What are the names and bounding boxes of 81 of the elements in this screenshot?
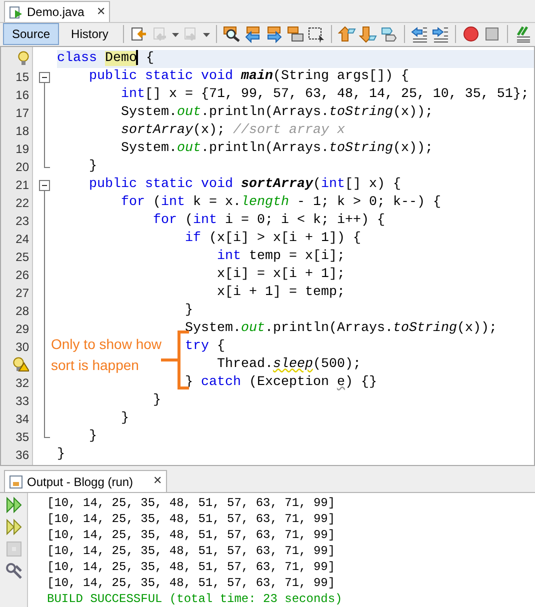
last-edit-icon[interactable]: [130, 25, 148, 44]
output-line: [10, 14, 25, 35, 48, 51, 57, 63, 71, 99]: [47, 543, 336, 559]
record-icon[interactable]: [462, 25, 480, 44]
line-number: 34: [16, 410, 29, 428]
annotation-text: Only to show how sort is happen: [51, 334, 162, 375]
output-line: [10, 14, 25, 35, 48, 51, 57, 63, 71, 99]: [47, 511, 336, 527]
code-line: int temp = x[i];: [216, 248, 345, 264]
code-line: x[i] = x[i + 1];: [216, 266, 345, 282]
line-number: 33: [16, 392, 29, 410]
line-number: 26: [16, 266, 29, 284]
code-line: for (int i = 0; i < k; i++) {: [152, 212, 385, 228]
line-number: 29: [16, 320, 29, 338]
code-line: }: [152, 392, 161, 408]
code-line: public static void main(String args[]) {: [89, 68, 409, 84]
tab-title: Demo.java: [27, 4, 84, 21]
output-line: [10, 14, 25, 35, 48, 51, 57, 63, 71, 99]: [47, 559, 336, 575]
line-number: 35: [16, 428, 29, 446]
code-line: sortArray(x); //sort array x: [121, 122, 345, 138]
shift-right-icon[interactable]: [431, 25, 450, 44]
tab-title: Output - Blogg (run): [27, 474, 134, 490]
code-line: Thread.sleep(500);: [216, 356, 361, 372]
line-number: 19: [16, 140, 29, 158]
close-button[interactable]: ✕: [153, 473, 162, 490]
lightbulb-icon[interactable]: [18, 51, 29, 66]
code-line: System.out.println(Arrays.toString(x));: [121, 104, 433, 120]
code-line: }: [89, 158, 97, 174]
bookmark-icon[interactable]: [380, 25, 398, 44]
code-line: for (int k = x.length - 1; k > 0; k--) {: [121, 194, 441, 210]
code-line: public static void sortArray(int[] x) {: [89, 176, 401, 192]
right-arrow-icon[interactable]: [264, 25, 283, 44]
line-number: 32: [16, 374, 29, 392]
shift-left-icon[interactable]: [410, 25, 428, 44]
stop-icon[interactable]: [483, 25, 502, 44]
fold-toggle-icon[interactable]: [39, 72, 50, 83]
line-number: 30: [16, 338, 29, 356]
wrench-icon[interactable]: [4, 562, 22, 580]
line-number: 22: [16, 194, 29, 212]
line-number: 27: [16, 284, 29, 302]
line-number: 24: [16, 230, 29, 248]
line-number: 17: [16, 104, 29, 122]
rerun-icon[interactable]: [4, 496, 22, 514]
code-line: if (x[i] > x[i + 1]) {: [184, 230, 361, 246]
code-line: try {: [184, 338, 225, 354]
output-line: BUILD SUCCESSFUL (total time: 23 seconds): [47, 591, 342, 607]
code-editor[interactable]: [0, 46, 535, 466]
search-icon[interactable]: [222, 25, 241, 44]
line-number: 28: [16, 302, 29, 320]
line-number: 16: [16, 86, 29, 104]
code-line: class Demo {: [57, 50, 154, 66]
code-line: System.out.println(Arrays.toString(x));: [184, 320, 497, 336]
selection-icon[interactable]: [306, 25, 325, 44]
code-line: }: [184, 302, 193, 318]
java-file-icon: [9, 4, 23, 19]
view-tab[interactable]: Source: [3, 23, 60, 46]
line-number: 20: [16, 158, 29, 176]
output-tab[interactable]: Output - Blogg (run) ✕: [4, 470, 168, 492]
editor-tab[interactable]: Demo.java ✕: [4, 0, 110, 22]
view-tab[interactable]: History: [62, 23, 118, 46]
line-number: 18: [16, 122, 29, 140]
output-line: [10, 14, 25, 35, 48, 51, 57, 63, 71, 99]: [47, 575, 336, 591]
code-line: System.out.println(Arrays.toString(x));: [121, 140, 433, 156]
code-line: }: [121, 410, 129, 426]
code-line: }: [89, 428, 97, 444]
output-line: [10, 14, 25, 35, 48, 51, 57, 63, 71, 99]: [47, 527, 336, 543]
left-arrow-icon[interactable]: [244, 25, 262, 44]
line-number: 25: [16, 248, 29, 266]
close-button[interactable]: ✕: [96, 4, 106, 20]
line-number: 23: [16, 212, 29, 230]
up-arrow-icon[interactable]: [338, 25, 356, 44]
rerun-options-icon[interactable]: [4, 518, 22, 536]
output-line: [10, 14, 25, 35, 48, 51, 57, 63, 71, 99]: [47, 495, 336, 511]
code-line: int[] x = {71, 99, 57, 63, 48, 14, 25, 10, 35, 51};: [121, 86, 529, 102]
line-number: 15: [16, 68, 29, 86]
code-line: x[i + 1] = temp;: [216, 284, 345, 300]
warning-bulb-icon[interactable]: [13, 357, 29, 372]
highlight-icon[interactable]: [286, 25, 304, 44]
line-number: 21: [16, 176, 29, 194]
code-line: }: [57, 446, 65, 462]
line-number: 36: [16, 446, 29, 464]
down-arrow-icon[interactable]: [358, 25, 377, 44]
fold-toggle-icon[interactable]: [39, 180, 50, 191]
